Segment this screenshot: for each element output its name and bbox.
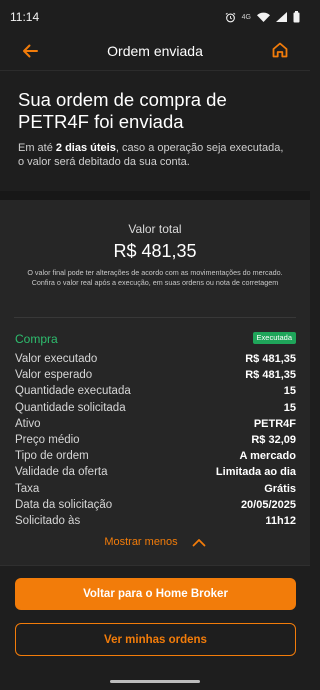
detail-value: R$ 481,35 [245,369,296,382]
confirmation-hero: Sua ordem de compra de PETR4F foi enviad… [0,71,310,191]
detail-row: Quantidade solicitada 15 [15,400,296,416]
battery-icon [293,11,300,23]
detail-row: Quantidade executada 15 [15,383,296,399]
total-label: Valor total [128,222,182,236]
detail-value: A mercado [239,450,296,463]
detail-row: Validade da oferta Limitada ao dia [15,464,296,480]
network-label: 4G [241,13,251,21]
detail-row: Tipo de ordem A mercado [15,448,296,464]
detail-label: Valor esperado [15,369,93,382]
arrow-left-icon [23,44,38,58]
home-button[interactable] [270,40,290,60]
detail-value: 11h12 [265,514,296,527]
detail-row: Solicitado às 11h12 [15,513,296,529]
detail-label: Data da solicitação [15,498,113,511]
confirmation-heading: Sua ordem de compra de PETR4F foi enviad… [18,89,227,132]
footer-divider [0,565,310,566]
detail-value: PETR4F [253,417,296,430]
detail-value: Grátis [264,482,296,495]
detail-value: 15 [283,385,296,398]
section-separator [0,191,310,200]
detail-row: Preço médio R$ 32,09 [15,432,296,448]
detail-label: Quantidade executada [15,385,131,398]
status-bar: 11:14 4G [0,0,310,34]
order-section-header: Compra Executada [15,332,296,346]
detail-label: Ativo [15,417,41,430]
show-less-label: Mostrar menos [104,536,178,548]
view-my-orders-button[interactable]: Ver minhas ordens [15,623,296,656]
order-details: Valor executado R$ 481,35 Valor esperado R… [15,351,296,529]
detail-label: Tipo de ordem [15,450,89,463]
detail-label: Quantidade solicitada [15,401,126,414]
status-time: 11:14 [10,10,40,24]
back-button[interactable] [20,41,40,61]
detail-value: 15 [283,401,296,414]
page-title: Ordem enviada [107,43,203,59]
total-note: O valor final pode ter alterações de aco… [27,268,283,287]
card-divider [14,317,296,318]
order-type-label: Compra [15,332,58,346]
show-less-toggle[interactable]: Mostrar menos [0,536,310,548]
chevron-up-icon [192,538,206,546]
detail-row: Data da solicitação 20/05/2025 [15,497,296,513]
back-to-home-broker-button[interactable]: Voltar para o Home Broker [15,578,296,610]
detail-value: R$ 32,09 [251,434,296,447]
detail-value: R$ 481,35 [245,353,296,366]
app-bar: Ordem enviada [0,34,310,68]
detail-row: Valor esperado R$ 481,35 [15,367,296,383]
alarm-icon [225,12,236,23]
status-icons: 4G [225,11,300,23]
home-icon [272,42,288,58]
confirmation-description: Em até 2 dias úteis, caso a operação sej… [18,141,292,169]
detail-row: Ativo PETR4F [15,416,296,432]
detail-label: Taxa [15,482,40,495]
detail-label: Validade da oferta [15,466,108,479]
wifi-icon [257,12,270,22]
gesture-nav-handle[interactable] [110,680,200,683]
detail-value: Limitada ao dia [215,466,296,479]
detail-label: Solicitado às [15,514,81,527]
signal-icon [276,12,287,22]
description-prefix: Em até [18,142,56,154]
detail-row: Valor executado R$ 481,35 [15,351,296,367]
description-highlight: 2 dias úteis [55,142,116,154]
detail-row: Taxa Grátis [15,481,296,497]
total-value: R$ 481,35 [113,241,197,261]
status-badge: Executada [252,332,296,344]
detail-label: Preço médio [15,434,80,447]
order-summary-card: Valor total R$ 481,35 O valor final pode… [0,200,310,565]
detail-value: 20/05/2025 [240,498,296,511]
detail-label: Valor executado [15,353,98,366]
